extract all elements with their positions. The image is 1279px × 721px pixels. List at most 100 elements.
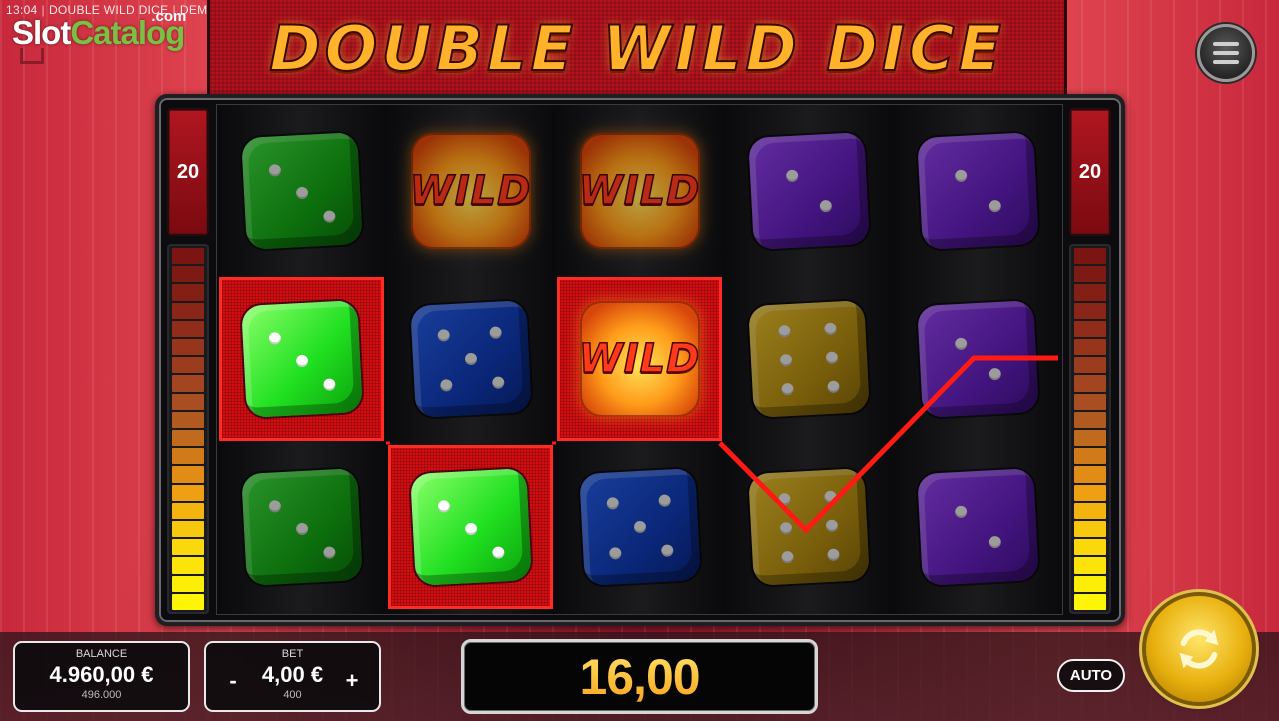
balance-credits: 496.000 <box>81 689 122 701</box>
meter-segment <box>172 411 204 429</box>
die-pip <box>954 169 967 183</box>
die-pip <box>819 199 832 213</box>
meter-segment <box>1074 575 1106 592</box>
purple-die-2-icon <box>916 300 1039 418</box>
symbol-cell <box>219 109 384 273</box>
die-pip <box>490 375 504 389</box>
meter-segment <box>172 593 204 611</box>
die-pip <box>633 520 646 534</box>
meter-segment <box>172 266 204 283</box>
lines-count-left: 20 <box>167 108 209 236</box>
blue-die-5-icon <box>578 468 701 586</box>
reel-area[interactable]: WILD WILD WILD <box>216 104 1063 615</box>
die-pip <box>780 550 794 564</box>
die-pip <box>322 210 335 223</box>
balance-box: BALANCE 4.960,00 € 496.000 <box>13 641 190 712</box>
die-pip <box>777 492 791 506</box>
purple-die-2-icon <box>916 132 1039 250</box>
die-pip <box>779 521 792 535</box>
wild-symbol: WILD <box>578 301 700 417</box>
bet-decrease-button[interactable]: - <box>220 668 246 694</box>
die-pip <box>780 382 794 396</box>
die-pip <box>823 322 837 336</box>
meter-segment <box>172 284 204 301</box>
die-pip <box>439 378 453 392</box>
winning-symbol-cell <box>219 277 384 441</box>
game-title: DOUBLE WILD DICE <box>268 11 1005 86</box>
die-pip <box>657 494 670 508</box>
meter-segment <box>172 557 204 574</box>
title-banner: DOUBLE WILD DICE <box>207 0 1067 104</box>
yellow-die-6-icon <box>747 468 870 586</box>
die-pip <box>826 548 840 562</box>
meter-segment <box>1074 375 1106 392</box>
meter-segment <box>172 502 204 520</box>
hamburger-icon <box>1213 42 1239 46</box>
die-pip <box>464 522 477 536</box>
die-pip <box>488 326 501 340</box>
wild-symbol: WILD <box>409 133 531 249</box>
meter-segment <box>1074 302 1106 319</box>
meter-segment <box>1074 411 1106 429</box>
meter-segment <box>1074 357 1106 374</box>
symbol-cell <box>557 445 722 609</box>
meter-segment <box>172 575 204 592</box>
die-pip <box>777 324 791 338</box>
meter-segment <box>172 466 204 483</box>
symbol-cell <box>895 109 1060 273</box>
meter-segment <box>172 248 204 265</box>
die-pip <box>954 337 967 351</box>
die-pip <box>779 353 792 367</box>
bet-label: BET <box>281 648 304 660</box>
die-pip <box>608 546 622 560</box>
meter-segment <box>172 339 204 356</box>
die-pip <box>268 499 282 513</box>
meter-left <box>167 244 209 614</box>
meter-segment <box>1074 339 1106 356</box>
die-pip <box>988 367 1001 381</box>
meter-segment <box>1074 430 1106 447</box>
menu-button[interactable] <box>1197 24 1255 82</box>
meter-segment <box>1074 466 1106 483</box>
symbol-cell <box>895 445 1060 609</box>
win-display: 16,00 <box>461 639 818 714</box>
bet-increase-button[interactable]: + <box>339 668 365 694</box>
meter-segment <box>1074 484 1106 501</box>
meter-segment <box>172 357 204 374</box>
autoplay-button[interactable]: AUTO <box>1057 659 1125 692</box>
meter-segment <box>1074 502 1106 520</box>
meter-segment <box>172 430 204 447</box>
die-pip <box>322 378 335 391</box>
meter-segment <box>1074 320 1106 338</box>
meter-segment <box>172 320 204 338</box>
die-pip <box>295 522 308 536</box>
meter-segment <box>1074 557 1106 574</box>
meter-segment <box>1074 393 1106 410</box>
meter-segment <box>172 484 204 501</box>
meter-right <box>1069 244 1111 614</box>
symbol-cell <box>726 277 891 441</box>
die-pip <box>322 546 335 559</box>
die-pip <box>464 352 477 366</box>
die-pip <box>785 169 798 183</box>
green-die-3-icon <box>240 132 363 250</box>
winning-symbol-cell <box>388 445 553 609</box>
symbol-cell: WILD <box>388 109 553 273</box>
symbol-cell: WILD <box>557 109 722 273</box>
die-pip <box>295 186 308 200</box>
spin-button[interactable] <box>1146 596 1252 702</box>
symbol-cell <box>219 445 384 609</box>
die-pip <box>295 354 308 368</box>
purple-die-2-icon <box>747 132 870 250</box>
meter-segment <box>1074 593 1106 611</box>
die-pip <box>659 543 673 557</box>
symbol-cell <box>726 445 891 609</box>
meter-segment <box>1074 248 1106 265</box>
purple-die-2-icon <box>916 468 1039 586</box>
meter-segment <box>1074 448 1106 465</box>
meter-segment <box>172 539 204 556</box>
balance-label: BALANCE <box>75 648 128 660</box>
wild-symbol: WILD <box>578 133 700 249</box>
green-die-3-icon <box>240 468 363 586</box>
green-die-3-icon <box>240 300 363 418</box>
